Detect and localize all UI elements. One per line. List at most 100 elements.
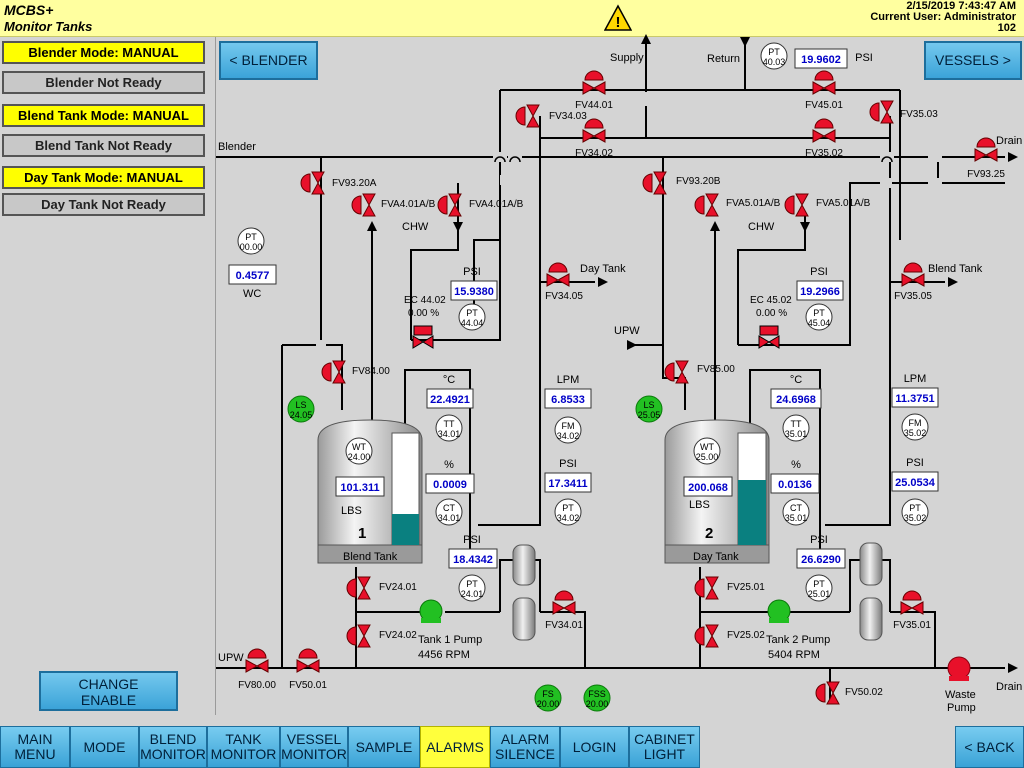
fm3402-tag-number: 34.02 bbox=[557, 431, 580, 441]
pt2401-instrument[interactable]: PT24.01 bbox=[458, 574, 486, 602]
fv8000-label: FV80.00 bbox=[238, 680, 276, 691]
waste-pump-label-1: Waste bbox=[945, 689, 976, 701]
fv2402-valve[interactable]: FV24.02 bbox=[346, 624, 417, 648]
fv2501-valve[interactable]: FV25.01 bbox=[694, 576, 765, 600]
ec4502-value: 0.00 % bbox=[756, 308, 787, 319]
ct3501-unit: % bbox=[791, 459, 801, 471]
ct3501-instrument[interactable]: CT35.01 bbox=[782, 498, 810, 526]
tank1-name: Blend Tank bbox=[343, 551, 398, 563]
fv8500-valve[interactable]: FV85.00 bbox=[664, 360, 735, 384]
ct3401-value-box: 0.0009 bbox=[425, 473, 475, 494]
pt3502-unit: PSI bbox=[906, 457, 924, 469]
wt2500-instrument[interactable]: WT25.00 bbox=[693, 437, 721, 465]
nav-mode-button[interactable]: MODE bbox=[70, 726, 139, 768]
ct3401-instrument[interactable]: CT34.01 bbox=[435, 498, 463, 526]
tt3501-instrument[interactable]: TT35.01 bbox=[782, 414, 810, 442]
fv4501-label: FV45.01 bbox=[805, 100, 843, 111]
wt2500-value: 200.068 bbox=[688, 482, 728, 494]
chw-2-label: CHW bbox=[748, 221, 775, 233]
pt3502-instrument[interactable]: PT35.02 bbox=[901, 498, 929, 526]
nav-cabinet-light-button[interactable]: CABINET LIGHT bbox=[629, 726, 700, 768]
fv8400-label: FV84.00 bbox=[352, 366, 390, 377]
upw-mid-label: UPW bbox=[614, 325, 640, 337]
wt2500-tag-number: 25.00 bbox=[696, 452, 719, 462]
day-tank-level-fill bbox=[738, 480, 766, 545]
fv8400-valve[interactable]: FV84.00 bbox=[321, 360, 390, 384]
pt4504-instrument[interactable]: PT45.04 bbox=[805, 303, 833, 331]
pt2401-value: 18.4342 bbox=[453, 554, 493, 566]
fv5002-valve[interactable]: FV50.02 bbox=[815, 681, 883, 705]
fv5001-label: FV50.01 bbox=[289, 680, 327, 691]
fva401a-2-valve[interactable]: FVA4.01A/B bbox=[437, 193, 524, 217]
tank2-pump[interactable] bbox=[767, 599, 791, 623]
fs2000-tag: FS bbox=[542, 689, 554, 699]
ls2505-instrument[interactable]: LS25.05 bbox=[635, 395, 663, 423]
nav-back-button[interactable]: < BACK bbox=[955, 726, 1024, 768]
fva501a-1-label: FVA5.01A/B bbox=[726, 198, 781, 209]
fva501a-2-valve[interactable]: FVA5.01A/B bbox=[784, 193, 871, 217]
pt2501-instrument[interactable]: PT25.01 bbox=[805, 574, 833, 602]
fv5001-valve[interactable]: FV50.01 bbox=[289, 648, 327, 691]
fva401a-1-valve[interactable]: FVA4.01A/B bbox=[351, 193, 436, 217]
pt4003-value-box: 19.9602 bbox=[794, 48, 848, 69]
tt3401-instrument[interactable]: TT34.01 bbox=[435, 414, 463, 442]
ec4402-control-valve[interactable] bbox=[412, 325, 434, 349]
fv9320a-valve[interactable]: FV93.20A bbox=[300, 171, 377, 195]
tt3501-tag: TT bbox=[791, 419, 802, 429]
tank1-pump[interactable] bbox=[419, 599, 443, 623]
tank2-name: Day Tank bbox=[693, 551, 739, 563]
tank1-number: 1 bbox=[358, 525, 366, 542]
pump2-speed: 5404 RPM bbox=[768, 649, 820, 661]
supply-label: Supply bbox=[610, 52, 644, 64]
fv9320b-label: FV93.20B bbox=[676, 176, 721, 187]
ls2505-tag: LS bbox=[643, 400, 654, 410]
fva501a-1-valve[interactable]: FVA5.01A/B bbox=[694, 193, 781, 217]
nav-alarms-button[interactable]: ALARMS bbox=[420, 726, 490, 768]
pt0000-instrument[interactable]: PT00.00 bbox=[237, 227, 265, 255]
fv8000-valve[interactable]: FV80.00 bbox=[238, 648, 276, 691]
pt4003-tag-number: 40.03 bbox=[763, 57, 786, 67]
fva501a-2-label: FVA5.01A/B bbox=[816, 198, 871, 209]
pt4504-value-box: 19.2966 bbox=[796, 280, 844, 301]
fm3402-value-box: 6.8533 bbox=[544, 388, 592, 409]
ct3401-unit: % bbox=[444, 459, 454, 471]
ls2405-tag: LS bbox=[295, 400, 306, 410]
return-label: Return bbox=[707, 53, 740, 65]
pt2501-value-box: 26.6290 bbox=[796, 548, 846, 569]
pt4404-unit: PSI bbox=[463, 266, 481, 278]
wc-label: WC bbox=[243, 288, 261, 300]
nav-vessel-monitor-button[interactable]: VESSEL MONITOR bbox=[280, 726, 348, 768]
fs2000-instrument[interactable]: FS20.00 bbox=[534, 684, 562, 712]
upw-left-label: UPW bbox=[218, 652, 244, 664]
pt4504-tag: PT bbox=[813, 308, 825, 318]
fv9320b-valve[interactable]: FV93.20B bbox=[642, 171, 721, 195]
fss2000-tag-number: 20.00 bbox=[586, 699, 609, 709]
pt2501-unit: PSI bbox=[810, 534, 828, 546]
pt4404-tag-number: 44.04 bbox=[461, 318, 484, 328]
blender-line-label: Blender bbox=[218, 141, 256, 153]
fv3503-valve[interactable]: FV35.03 bbox=[869, 100, 938, 124]
nav-blend-monitor-button[interactable]: BLEND MONITOR bbox=[139, 726, 207, 768]
nav-login-button[interactable]: LOGIN bbox=[560, 726, 629, 768]
ls2405-instrument[interactable]: LS24.05 bbox=[287, 395, 315, 423]
fm3502-instrument[interactable]: FM35.02 bbox=[901, 413, 929, 441]
fm3402-instrument[interactable]: FM34.02 bbox=[554, 416, 582, 444]
pt3402-instrument[interactable]: PT34.02 bbox=[554, 498, 582, 526]
nav-tank-monitor-button[interactable]: TANK MONITOR bbox=[207, 726, 280, 768]
nav-sample-button[interactable]: SAMPLE bbox=[348, 726, 420, 768]
pt0000-value: 0.4577 bbox=[236, 270, 270, 282]
wt2400-instrument[interactable]: WT24.00 bbox=[345, 437, 373, 465]
waste-pump[interactable] bbox=[947, 656, 971, 681]
pt4003-instrument[interactable]: PT40.03 bbox=[760, 42, 788, 70]
ct3501-tag-number: 35.01 bbox=[785, 513, 808, 523]
fv2502-valve[interactable]: FV25.02 bbox=[694, 624, 765, 648]
fv2401-valve[interactable]: FV24.01 bbox=[346, 576, 417, 600]
pt4404-instrument[interactable]: PT44.04 bbox=[458, 303, 486, 331]
wt2500-value-box: 200.068 bbox=[683, 476, 733, 497]
nav-main-menu-button[interactable]: MAIN MENU bbox=[0, 726, 70, 768]
fss2000-instrument[interactable]: FSS20.00 bbox=[583, 684, 611, 712]
pt2401-unit: PSI bbox=[463, 534, 481, 546]
fv3503-label: FV35.03 bbox=[900, 109, 938, 120]
pt4003-tag: PT bbox=[768, 47, 780, 57]
nav-alarm-silence-button[interactable]: ALARM SILENCE bbox=[490, 726, 560, 768]
